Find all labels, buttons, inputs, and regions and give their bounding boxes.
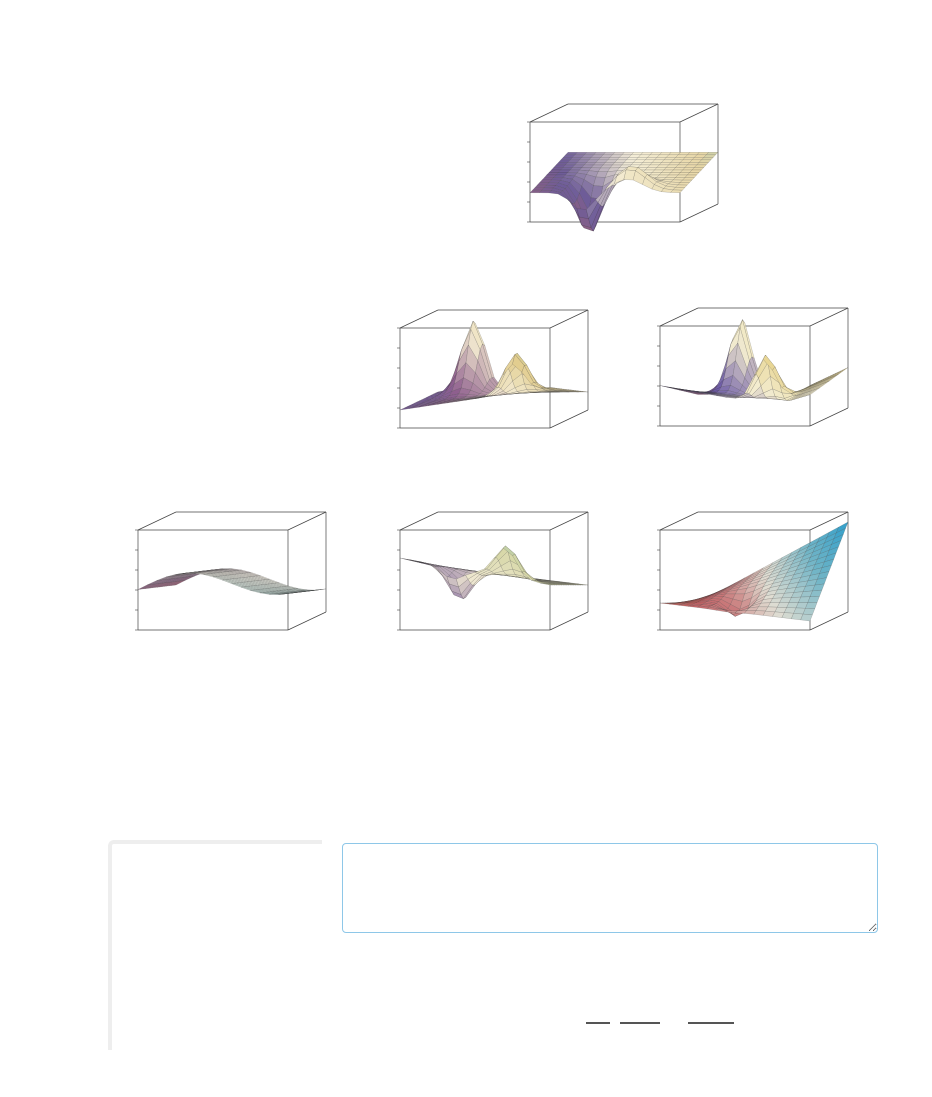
plot-box-edge	[549, 511, 589, 531]
plot-box-edge	[659, 307, 699, 327]
surface-plot-4	[128, 500, 328, 650]
surface-facet	[677, 182, 690, 186]
surface-plot-2-canvas	[397, 309, 589, 429]
side-panel	[108, 840, 322, 1050]
surface-plot-5-canvas	[397, 511, 589, 631]
surface-plot-3-canvas	[657, 307, 849, 427]
plot-box-edge	[549, 309, 589, 329]
plot-box-edge	[809, 307, 849, 327]
surface-plot-6-canvas	[657, 511, 849, 631]
surface-mesh	[137, 568, 327, 595]
blank-line-1	[586, 1022, 610, 1024]
plot-box-edge	[659, 511, 699, 531]
plot-box-edge	[549, 409, 589, 429]
blank-line-3	[688, 1022, 734, 1024]
surface-plot-4-canvas	[135, 511, 327, 631]
plot-box-edge	[809, 611, 849, 631]
plot-box-edge	[137, 511, 177, 531]
surface-plot-3	[650, 296, 850, 446]
plot-box-edge	[679, 203, 719, 223]
surface-plot-5	[390, 500, 590, 650]
plot-box-edge	[679, 103, 719, 123]
surface-mesh	[529, 152, 719, 232]
answer-input[interactable]	[342, 843, 878, 933]
surface-mesh	[659, 521, 849, 622]
plot-box-edge	[399, 511, 439, 531]
plot-box-edge	[529, 103, 569, 123]
surface-mesh	[399, 545, 589, 599]
plot-box-edge	[399, 309, 439, 329]
surface-plot-6	[650, 500, 850, 650]
surface-mesh	[659, 319, 849, 401]
plot-box-edge	[287, 611, 327, 631]
plot-box-edge	[287, 511, 327, 531]
surface-plot-2	[390, 298, 590, 448]
blank-line-2	[620, 1022, 660, 1024]
surface-plot-1	[520, 92, 720, 242]
plot-box-edge	[549, 611, 589, 631]
surface-mesh	[399, 320, 589, 411]
plot-box	[397, 309, 589, 429]
plot-box-edge	[809, 407, 849, 427]
surface-plot-1-canvas	[527, 103, 719, 232]
